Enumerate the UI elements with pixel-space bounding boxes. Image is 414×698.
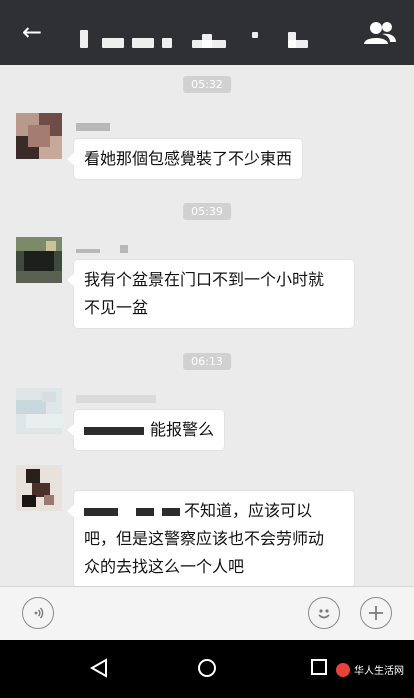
timestamp: 05:39 — [183, 203, 231, 220]
avatar[interactable] — [16, 113, 62, 159]
redacted-text — [84, 507, 118, 516]
redacted-text — [136, 507, 154, 516]
message-line: 吧，但是这警察应该也不会劳师动 — [84, 529, 325, 548]
message-bubble[interactable]: 能报警么 — [66, 410, 225, 450]
avatar[interactable] — [16, 237, 62, 283]
chat-area[interactable]: 05:32 看她那個包感覺裝了不少東西 05:39 我有个盆景在门口不到一个小时… — [0, 65, 414, 587]
message-line: 我有个盆景在门口不到一个小时就 — [84, 270, 325, 289]
message-line: 不知道，应该可以 — [184, 501, 313, 520]
watermark-logo-icon — [336, 662, 350, 677]
message-bubble[interactable]: 我有个盆景在门口不到一个小时就 不见一盆 — [67, 260, 354, 328]
sender-name-redacted — [76, 245, 136, 255]
triangle-back-icon[interactable] — [88, 657, 110, 683]
emoji-icon[interactable] — [308, 597, 340, 629]
message-line: 众的去找这么一个人吧 — [84, 557, 245, 576]
sender-name-redacted — [76, 123, 116, 133]
message-bubble[interactable]: 看她那個包感覺裝了不少東西 — [66, 139, 303, 179]
chat-header: ← — [0, 0, 414, 65]
redacted-text — [84, 426, 144, 435]
sender-name-redacted — [76, 395, 166, 405]
circle-home-icon[interactable] — [196, 657, 218, 683]
timestamp: 05:32 — [183, 76, 231, 93]
message-line: 能报警么 — [150, 420, 215, 439]
back-arrow-icon[interactable]: ← — [22, 18, 42, 46]
input-bar — [0, 586, 414, 641]
message-bubble[interactable]: 不知道，应该可以 吧，但是这警察应该也不会劳师动 众的去找这么一个人吧 — [67, 491, 354, 587]
timestamp: 06:13 — [183, 353, 231, 370]
watermark-text: 华人生活网 — [354, 666, 404, 677]
square-recent-icon[interactable] — [310, 658, 328, 680]
plus-icon[interactable] — [360, 597, 392, 629]
chat-title-redacted — [80, 30, 320, 50]
message-line: 不见一盆 — [84, 298, 149, 317]
watermark: 华人生活网 — [336, 662, 404, 677]
redacted-text — [162, 507, 180, 516]
voice-icon[interactable] — [22, 597, 54, 629]
message-line: 看她那個包感覺裝了不少東西 — [84, 149, 293, 168]
avatar[interactable] — [16, 388, 62, 434]
avatar[interactable] — [16, 465, 62, 511]
group-people-icon[interactable] — [364, 20, 396, 46]
